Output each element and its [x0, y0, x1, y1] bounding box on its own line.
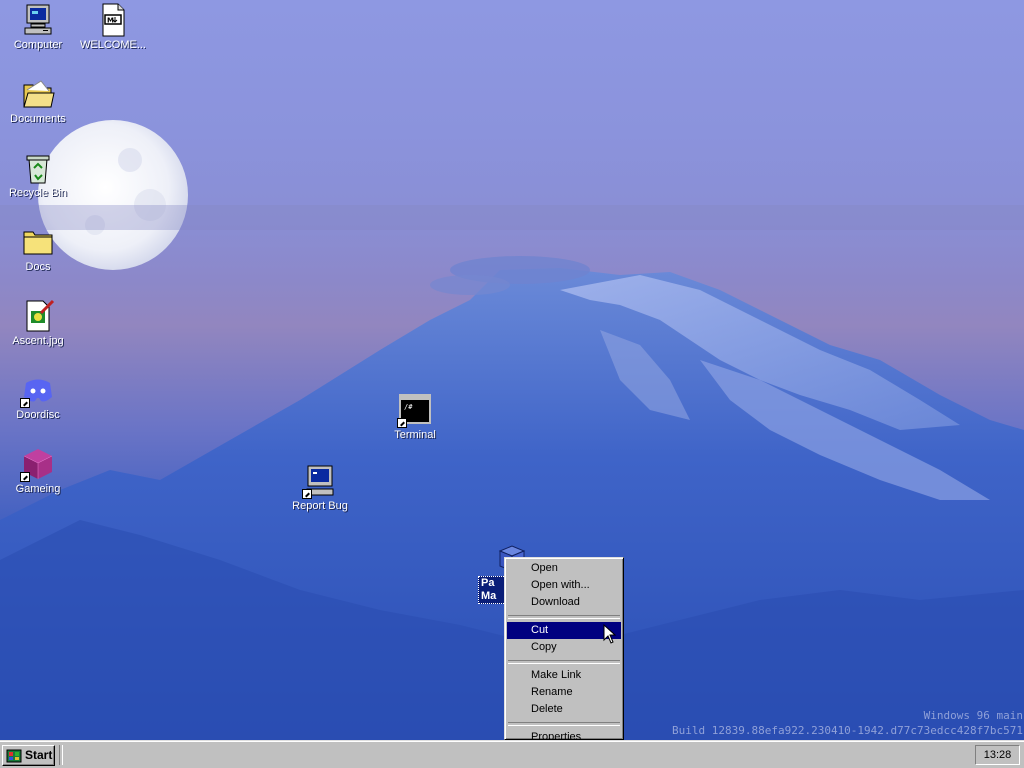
terminal-icon: /# — [397, 393, 432, 428]
desktop-icon-recycle-bin[interactable]: Recycle Bin — [1, 151, 75, 200]
desktop-icon-docs[interactable]: Docs — [1, 225, 75, 274]
shortcut-arrow-icon — [20, 398, 30, 408]
clock-time: 13:28 — [983, 749, 1012, 761]
image-file-icon — [21, 299, 55, 333]
context-menu: Open Open with... Download Cut Copy Make… — [504, 557, 624, 743]
icon-label: Docs — [25, 261, 51, 273]
menu-separator — [508, 615, 620, 619]
icon-label: Doordisc — [16, 409, 60, 421]
desktop-icon-terminal[interactable]: /# Terminal — [378, 393, 452, 442]
start-button[interactable]: Start — [2, 745, 55, 766]
open-folder-icon — [21, 77, 55, 111]
menu-item-make-link[interactable]: Make Link — [507, 667, 621, 684]
icon-label: Ascent.jpg — [12, 335, 64, 347]
cube-game-icon — [20, 447, 55, 482]
menu-separator — [508, 722, 620, 726]
watermark-build: Build 12839.88efa922.230410-1942.d77c73e… — [672, 724, 1023, 737]
discord-icon — [20, 373, 55, 408]
menu-item-open-with[interactable]: Open with... — [507, 577, 621, 594]
desktop-icon-gameing[interactable]: Gameing — [1, 447, 75, 496]
icon-label: Gameing — [15, 483, 61, 495]
shortcut-arrow-icon — [397, 418, 407, 428]
watermark-title: Windows 96 main — [923, 709, 1023, 722]
icon-label-line1: Pa — [481, 577, 495, 589]
recycle-bin-icon — [21, 151, 55, 185]
desktop-icon-doordisc[interactable]: Doordisc — [1, 373, 75, 422]
menu-separator — [508, 660, 620, 664]
system-tray-clock[interactable]: 13:28 — [975, 745, 1020, 765]
markdown-file-icon: M — [96, 3, 130, 37]
icon-label: Terminal — [394, 429, 436, 441]
windows-logo-icon — [6, 749, 22, 763]
menu-item-open[interactable]: Open — [507, 560, 621, 577]
desktop-icon-documents[interactable]: Documents — [1, 77, 75, 126]
shortcut-arrow-icon — [20, 472, 30, 482]
icon-label: Report Bug — [292, 500, 348, 512]
icon-label: Computer — [13, 39, 63, 51]
svg-text:/#: /# — [404, 403, 413, 411]
icon-label: Recycle Bin — [8, 187, 68, 199]
taskbar: Start 13:28 — [0, 740, 1024, 768]
report-bug-computer-icon — [302, 464, 337, 499]
icon-label: WELCOME... — [79, 39, 146, 51]
computer-icon — [21, 3, 55, 37]
desktop-icon-ascent-jpg[interactable]: Ascent.jpg — [1, 299, 75, 348]
icon-label-line2: Ma — [481, 590, 497, 602]
desktop-icon-welcome[interactable]: M WELCOME... — [76, 3, 150, 52]
shortcut-arrow-icon — [302, 489, 312, 499]
mouse-cursor-icon — [603, 624, 617, 644]
menu-item-download[interactable]: Download — [507, 594, 621, 611]
desktop-icon-computer[interactable]: Computer — [1, 3, 75, 52]
build-watermark: Windows 96 main Build 12839.88efa922.230… — [672, 708, 1023, 738]
menu-item-rename[interactable]: Rename — [507, 684, 621, 701]
desktop-icon-report-bug[interactable]: Report Bug — [283, 464, 357, 513]
taskbar-separator — [59, 745, 63, 765]
icon-label: Pa Ma — [478, 576, 506, 604]
folder-icon — [21, 225, 55, 259]
start-label: Start — [25, 748, 53, 762]
menu-item-delete[interactable]: Delete — [507, 701, 621, 718]
icon-label: Documents — [10, 113, 66, 125]
